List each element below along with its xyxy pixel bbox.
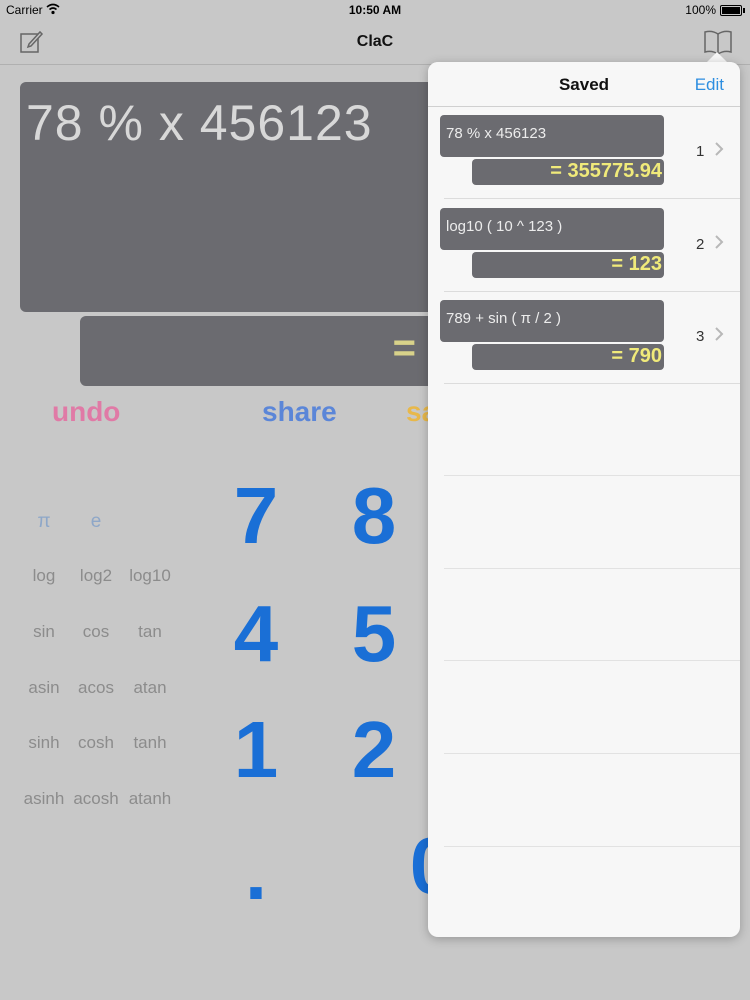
saved-expression: log10 ( 10 ^ 123 ) <box>440 208 664 250</box>
chevron-right-icon <box>715 142 724 156</box>
saved-index: 3 <box>696 328 705 345</box>
expression-display[interactable]: 78 % x 456123 <box>20 82 460 312</box>
saved-result: = 123 <box>472 252 664 278</box>
saved-item-3[interactable]: 789 + sin ( π / 2 ) = 790 3 <box>428 292 740 384</box>
fn-log[interactable]: log <box>14 566 74 586</box>
saved-item-2[interactable]: log10 ( 10 ^ 123 ) = 123 2 <box>428 200 740 292</box>
saved-header: Saved Edit <box>428 62 740 107</box>
digit-5-button[interactable]: 5 <box>334 588 414 680</box>
expression-text: 78 % x 456123 <box>26 95 373 151</box>
divider <box>444 475 740 476</box>
fn-asin[interactable]: asin <box>14 678 74 698</box>
edit-button[interactable]: Edit <box>695 75 724 95</box>
divider <box>444 383 740 384</box>
fn-tanh[interactable]: tanh <box>120 733 180 753</box>
fn-atanh[interactable]: atanh <box>120 789 180 809</box>
undo-button[interactable]: undo <box>52 396 120 428</box>
saved-index: 1 <box>696 143 705 160</box>
share-button[interactable]: share <box>262 396 337 428</box>
fn-log2[interactable]: log2 <box>66 566 126 586</box>
result-equals: = <box>392 326 416 370</box>
app-title: ClaC <box>356 33 394 50</box>
battery-icon <box>720 5 745 16</box>
fn-acos[interactable]: acos <box>66 678 126 698</box>
digit-2-button[interactable]: 2 <box>334 704 414 796</box>
fn-tan[interactable]: tan <box>120 622 180 642</box>
digit-7-button[interactable]: 7 <box>216 470 296 562</box>
pi-button[interactable]: π <box>14 511 74 533</box>
saved-expression: 789 + sin ( π / 2 ) <box>440 300 664 342</box>
fn-sin[interactable]: sin <box>14 622 74 642</box>
fn-sinh[interactable]: sinh <box>14 733 74 753</box>
fn-acosh[interactable]: acosh <box>66 789 126 809</box>
status-bar: Carrier 10:50 AM 100% <box>0 0 750 20</box>
e-button[interactable]: e <box>66 511 126 533</box>
divider <box>444 568 740 569</box>
result-display: = <box>80 316 460 386</box>
chevron-right-icon <box>715 235 724 249</box>
digit-8-button[interactable]: 8 <box>334 470 414 562</box>
saved-result: = 355775.94 <box>472 159 664 185</box>
nav-bar: ClaC <box>0 20 750 65</box>
divider <box>444 660 740 661</box>
saved-popover: Saved Edit 78 % x 456123 = 355775.94 1 l… <box>428 62 740 937</box>
battery-percent: 100% <box>685 3 716 17</box>
divider <box>444 846 740 847</box>
saved-result: = 790 <box>472 344 664 370</box>
fn-cosh[interactable]: cosh <box>66 733 126 753</box>
divider <box>444 198 740 199</box>
saved-title: Saved <box>558 75 610 94</box>
decimal-button[interactable]: . <box>216 826 296 918</box>
fn-asinh[interactable]: asinh <box>14 789 74 809</box>
chevron-right-icon <box>715 327 724 341</box>
clock: 10:50 AM <box>348 3 402 17</box>
saved-expression: 78 % x 456123 <box>440 115 664 157</box>
saved-item-1[interactable]: 78 % x 456123 = 355775.94 1 <box>428 107 740 199</box>
digit-1-button[interactable]: 1 <box>216 704 296 796</box>
divider <box>444 753 740 754</box>
saved-index: 2 <box>696 236 705 253</box>
fn-atan[interactable]: atan <box>120 678 180 698</box>
digit-4-button[interactable]: 4 <box>216 588 296 680</box>
fn-log10[interactable]: log10 <box>120 566 180 586</box>
fn-cos[interactable]: cos <box>66 622 126 642</box>
